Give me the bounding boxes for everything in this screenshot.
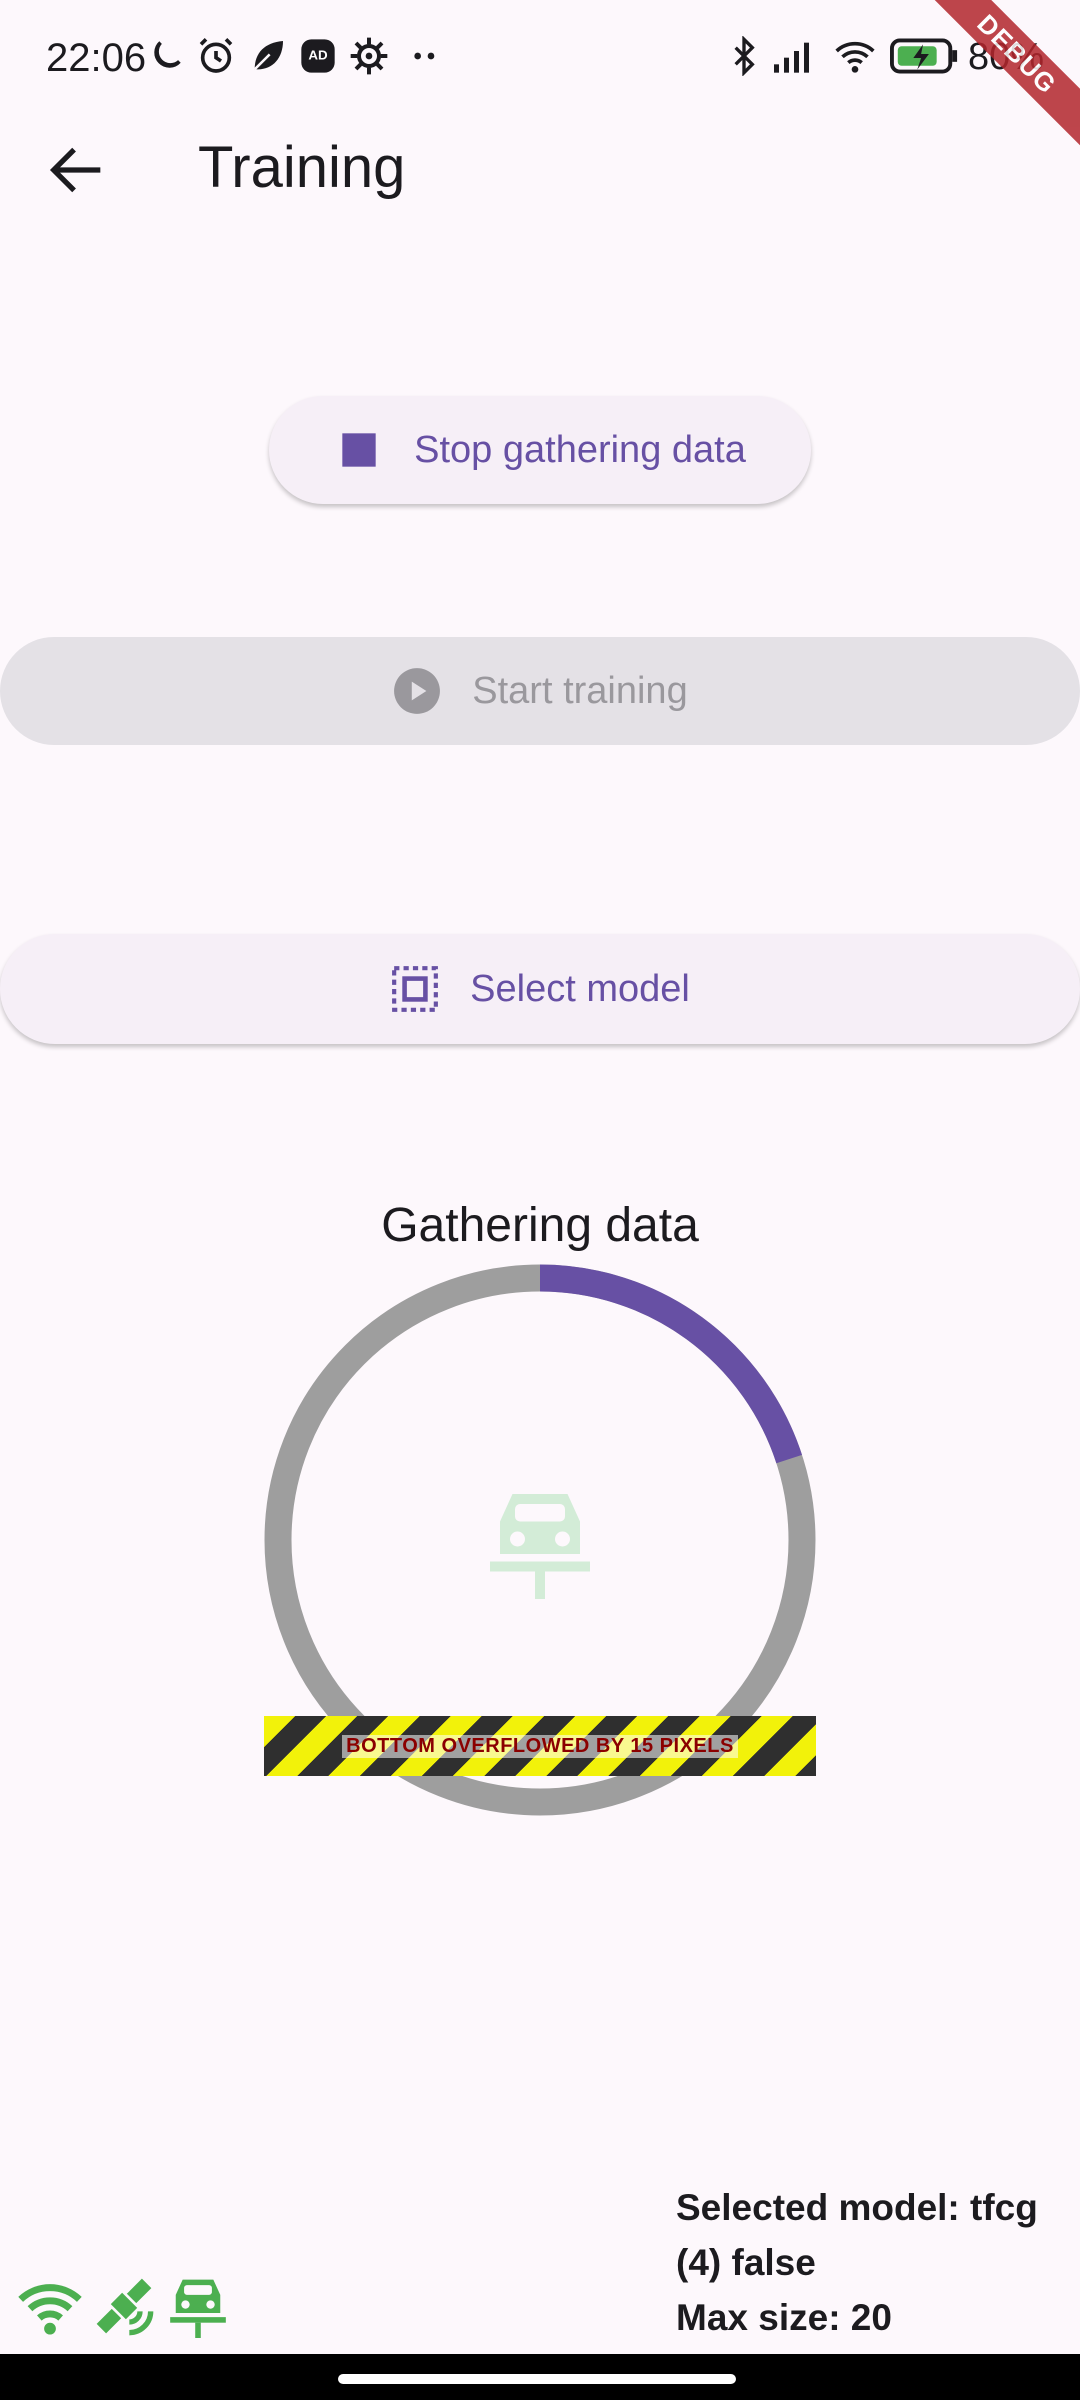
signal-icon [774, 42, 809, 73]
car-icon [170, 2279, 226, 2338]
status-text: (4) false [676, 2242, 816, 2283]
screen: 22:06 AD DEBUG Training Stop gathering d… [0, 0, 1080, 2400]
arrow-back-icon[interactable] [42, 135, 112, 205]
select-model-label: Select model [470, 967, 690, 1010]
leaf-icon [253, 41, 283, 71]
car-icon [490, 1494, 590, 1599]
more-icon [414, 52, 435, 60]
overflow-warning: BOTTOM OVERFLOWED BY 15 PIXELS [264, 1716, 816, 1776]
status-bar: 22:06 AD [0, 0, 1080, 120]
battery-charging-icon [890, 38, 958, 74]
select-all-icon [392, 966, 439, 1012]
stop-icon [342, 433, 376, 467]
bluetooth-icon [734, 36, 755, 76]
home-handle[interactable] [338, 2374, 736, 2384]
selected-model-text: Selected model: tfcg [676, 2187, 1038, 2228]
settings-icon [350, 37, 388, 75]
model-info: Selected model: tfcg (4) false Max size:… [676, 2180, 1038, 2345]
svg-text:AD: AD [308, 47, 328, 62]
max-size-text: Max size: 20 [676, 2297, 892, 2338]
stop-gathering-button[interactable]: Stop gathering data [269, 396, 811, 504]
alarm-icon [199, 38, 233, 73]
start-training-label: Start training [472, 669, 688, 712]
overflow-warning-text: BOTTOM OVERFLOWED BY 15 PIXELS [342, 1734, 738, 1758]
navigation-bar [0, 2354, 1080, 2400]
satellite-icon [96, 2278, 154, 2336]
status-time: 22:06 [46, 36, 147, 80]
app-bar: Training [0, 120, 1080, 220]
wifi-icon [835, 41, 875, 73]
progress-title: Gathering data [381, 1199, 699, 1252]
wifi-icon [18, 2284, 82, 2335]
adblock-icon: AD [301, 39, 335, 73]
page-title: Training [198, 135, 406, 200]
start-training-button[interactable]: Start training [0, 637, 1080, 745]
stop-gathering-label: Stop gathering data [414, 428, 746, 471]
select-model-button[interactable]: Select model [0, 934, 1080, 1044]
moon-icon [154, 41, 181, 68]
play-circle-icon [394, 668, 441, 714]
connection-status-icons [18, 2274, 240, 2338]
